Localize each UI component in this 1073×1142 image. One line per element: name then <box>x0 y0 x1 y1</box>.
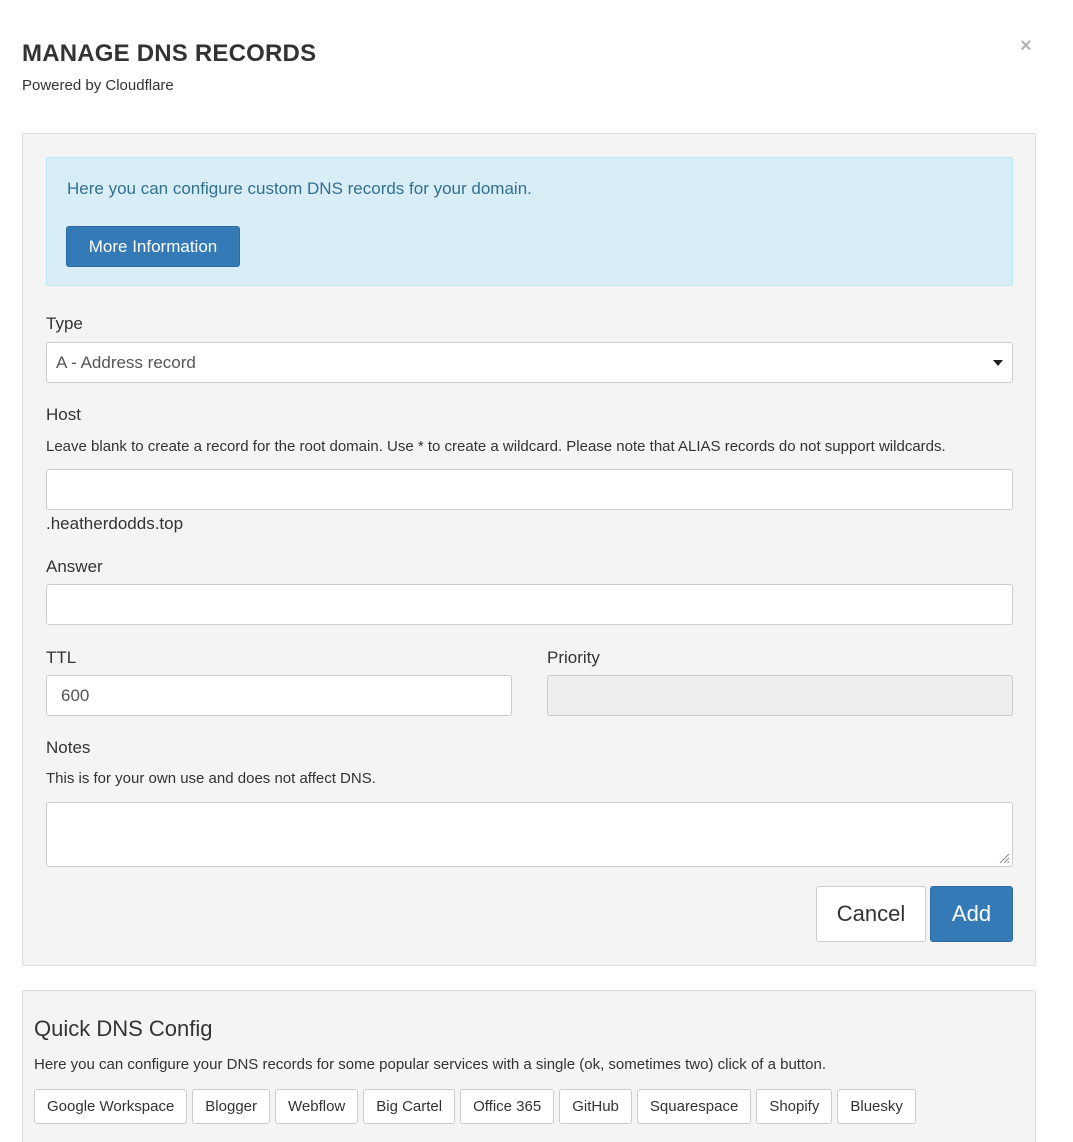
page-title: MANAGE DNS RECORDS <box>22 40 317 67</box>
cancel-button[interactable]: Cancel <box>816 886 926 942</box>
ttl-label: TTL <box>46 648 77 667</box>
quick-dns-config-title: Quick DNS Config <box>34 1016 213 1041</box>
info-text: Here you can configure custom DNS record… <box>67 179 532 198</box>
type-label: Type <box>46 314 83 333</box>
notes-help-text: This is for your own use and does not af… <box>46 770 376 787</box>
caret-down-icon <box>993 360 1003 366</box>
quick-dns-config-help: Here you can configure your DNS records … <box>34 1056 826 1073</box>
type-select[interactable]: A - Address record <box>46 342 1013 383</box>
type-select-value: A - Address record <box>56 352 196 372</box>
service-button-row: Google Workspace Blogger Webflow Big Car… <box>34 1089 916 1124</box>
host-help-text: Leave blank to create a record for the r… <box>46 438 946 455</box>
service-button-office-365[interactable]: Office 365 <box>460 1089 555 1124</box>
priority-label: Priority <box>547 648 600 667</box>
service-button-squarespace[interactable]: Squarespace <box>636 1089 752 1124</box>
service-button-google-workspace[interactable]: Google Workspace <box>34 1089 188 1124</box>
priority-input <box>547 675 1013 716</box>
answer-label: Answer <box>46 557 103 576</box>
dns-record-form-panel: Here you can configure custom DNS record… <box>22 133 1036 966</box>
ttl-input[interactable]: 600 <box>46 675 512 716</box>
service-button-github[interactable]: GitHub <box>559 1089 632 1124</box>
info-alert: Here you can configure custom DNS record… <box>46 157 1013 286</box>
host-label: Host <box>46 405 81 424</box>
quick-dns-config-panel: Quick DNS Config Here you can configure … <box>22 990 1036 1142</box>
close-icon[interactable]: × <box>1020 36 1032 56</box>
add-button[interactable]: Add <box>930 886 1013 942</box>
host-domain-suffix: .heatherdodds.top <box>46 514 184 533</box>
more-information-button[interactable]: More Information <box>66 226 240 267</box>
service-button-bluesky[interactable]: Bluesky <box>837 1089 916 1124</box>
notes-textarea[interactable] <box>46 802 1013 867</box>
service-button-webflow[interactable]: Webflow <box>275 1089 359 1124</box>
host-input[interactable] <box>46 469 1013 510</box>
notes-label: Notes <box>46 738 91 757</box>
resize-grip-icon[interactable] <box>998 852 1010 864</box>
page-subtitle: Powered by Cloudflare <box>22 77 174 94</box>
service-button-big-cartel[interactable]: Big Cartel <box>363 1089 456 1124</box>
service-button-shopify[interactable]: Shopify <box>756 1089 833 1124</box>
service-button-blogger[interactable]: Blogger <box>192 1089 270 1124</box>
answer-input[interactable] <box>46 584 1013 625</box>
